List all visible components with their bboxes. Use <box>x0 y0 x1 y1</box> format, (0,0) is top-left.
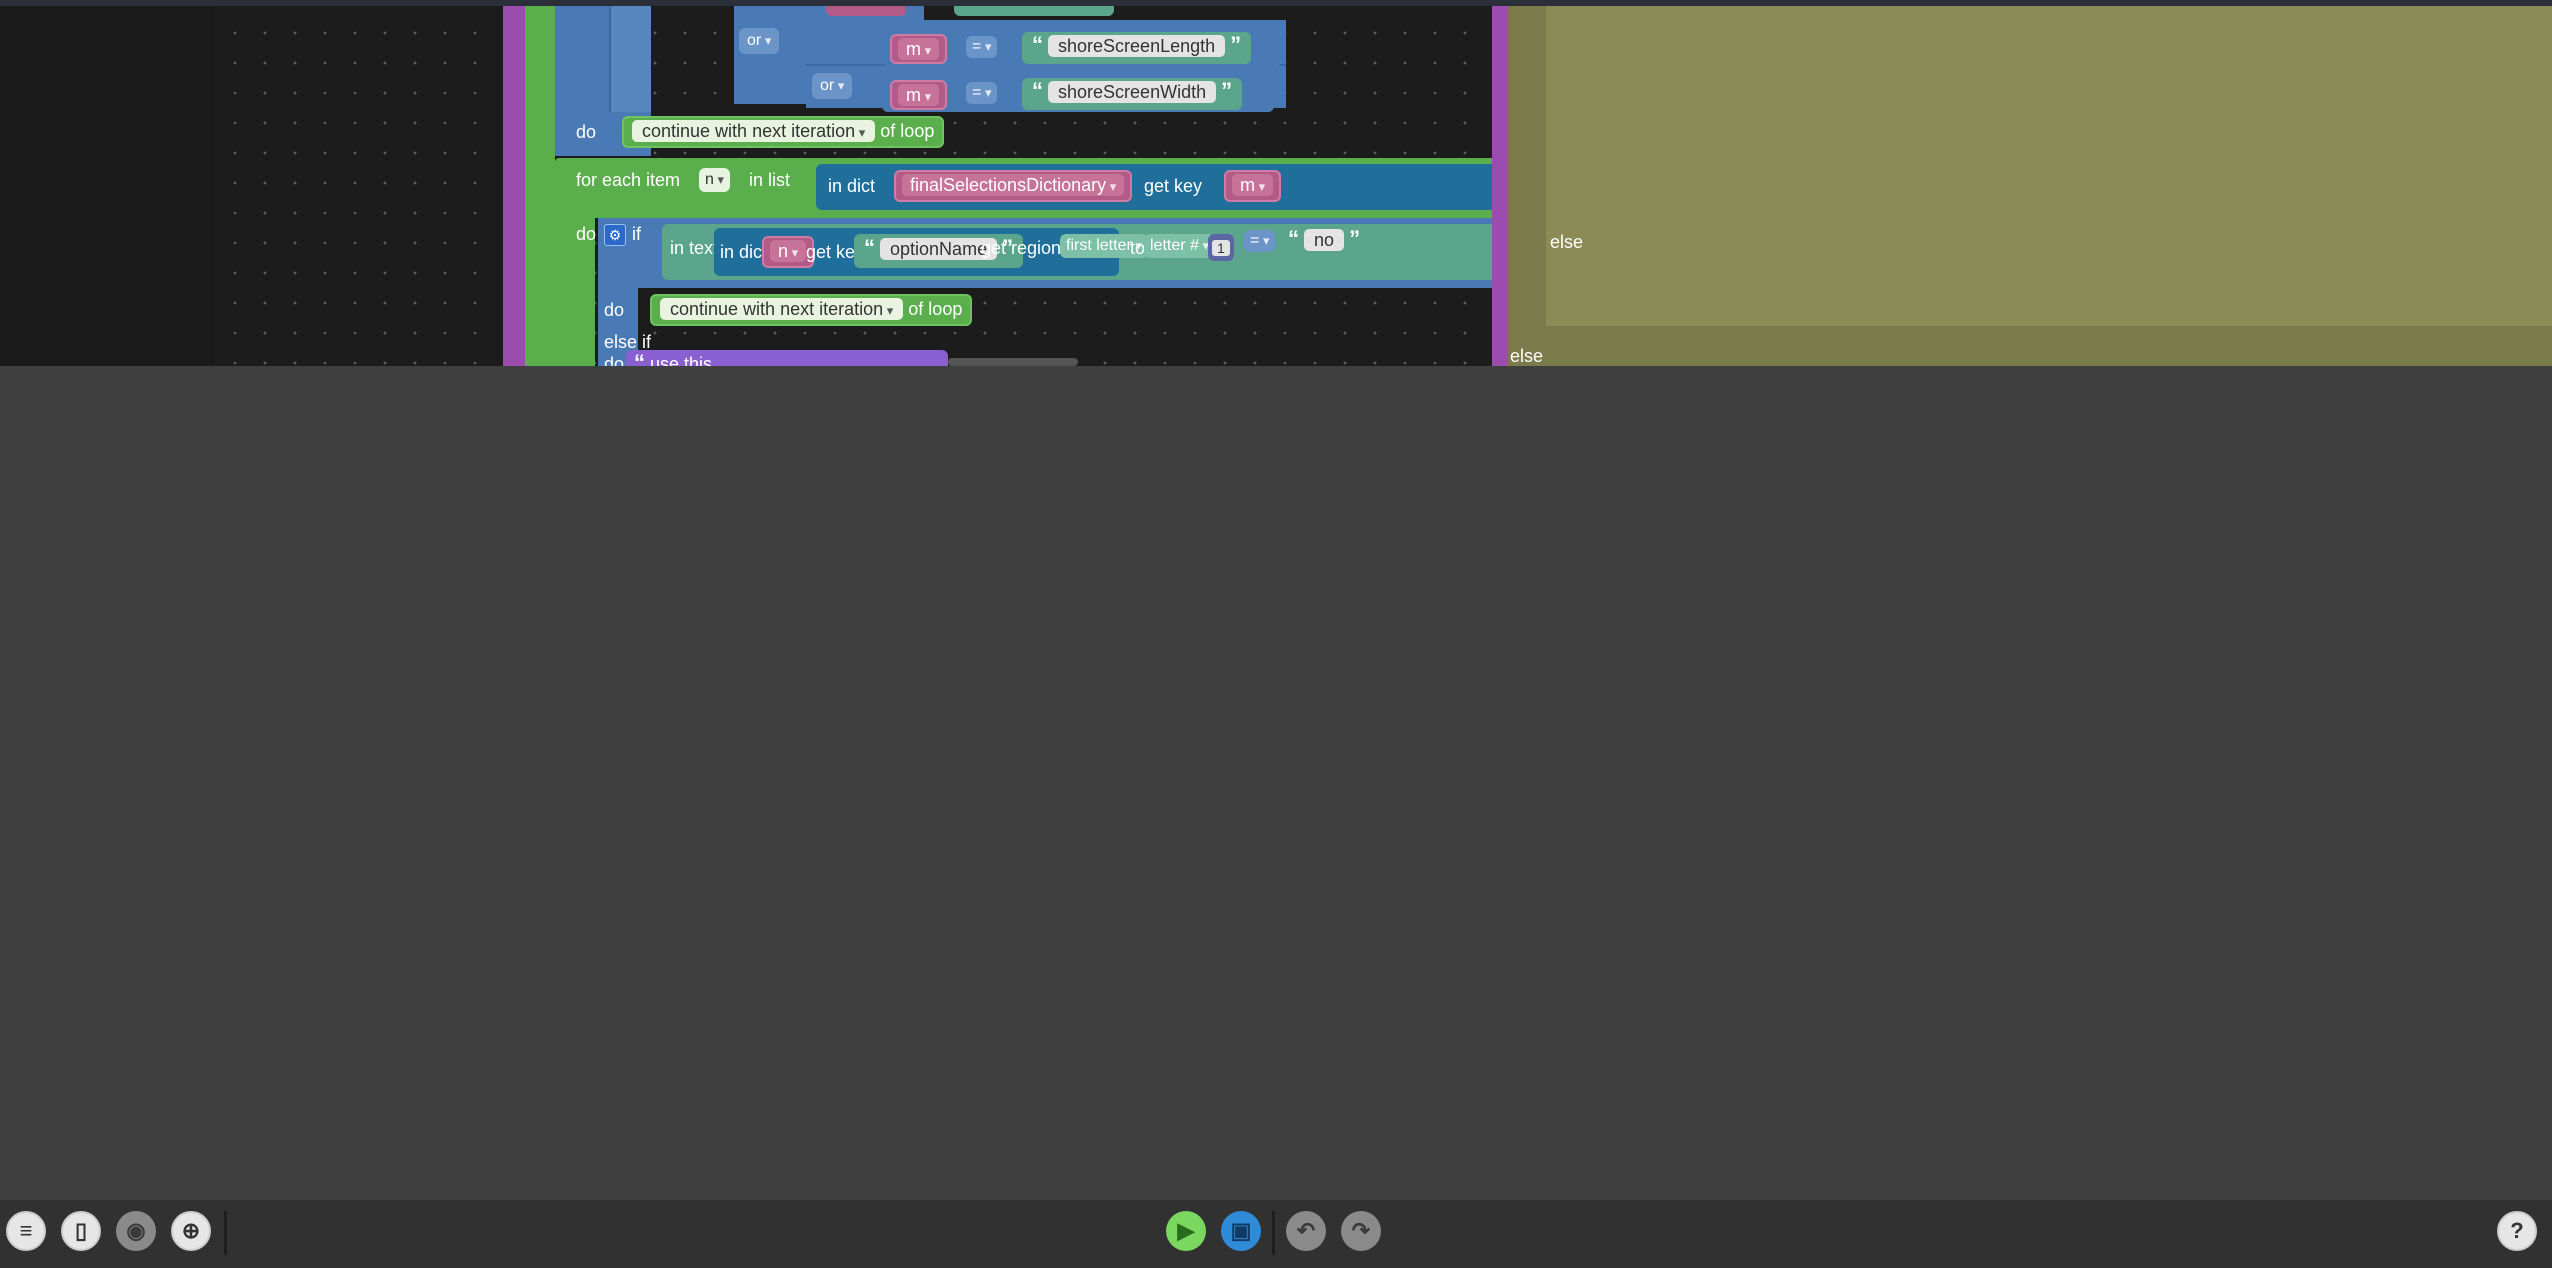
continue-block-2[interactable]: continue with next iteration of loop <box>650 294 973 326</box>
truncated-var-block[interactable] <box>826 6 906 16</box>
if-label: if <box>632 224 641 244</box>
else-label-bottom: else <box>1510 346 1544 366</box>
in-list-label: in list <box>749 170 791 190</box>
save-icon[interactable]: ▣ <box>1221 1211 1261 1251</box>
panel-icon[interactable]: ▯ <box>61 1211 101 1251</box>
truncated-text-block[interactable] <box>954 6 1114 16</box>
menu-icon[interactable]: ≡ <box>6 1211 46 1251</box>
do-label: do <box>576 122 597 142</box>
dict-var-final[interactable]: finalSelectionsDictionary <box>894 170 1133 202</box>
var-m-1[interactable]: m <box>890 34 948 64</box>
else-label-top: else <box>1550 232 1584 252</box>
outer-loop-stripe[interactable] <box>525 6 555 366</box>
in-dict-label: in dict <box>828 176 876 196</box>
var-m-2[interactable]: m <box>890 80 948 110</box>
continue-block-1[interactable]: continue with next iteration of loop <box>622 116 945 148</box>
right-olive-inner[interactable] <box>1546 6 2552 326</box>
equals-op-1[interactable]: = <box>966 36 998 58</box>
no-text-block[interactable]: “ no ” <box>1278 226 1371 258</box>
help-label: ? <box>2510 1218 2524 1243</box>
text-block-2[interactable]: “ shoreScreenWidth ” <box>1022 78 1243 110</box>
comment-text-block[interactable]: “ use this <box>626 350 948 366</box>
undo-icon[interactable]: ↶ <box>1286 1211 1326 1251</box>
blocks-workspace[interactable]: or or m = “ shoreScreenLength ” m = “ sh… <box>214 6 2552 366</box>
inner-dict-label: in dict <box>720 242 768 262</box>
or-dropdown-2[interactable]: or <box>812 73 853 99</box>
get-key-label: get key <box>1144 176 1203 196</box>
for-each-var[interactable]: n <box>699 168 731 192</box>
gear-icon[interactable]: ⚙ <box>604 224 626 246</box>
inner-do-label: do <box>604 300 625 320</box>
help-icon[interactable]: ? <box>2497 1211 2537 1251</box>
horizontal-scrollbar[interactable] <box>948 358 1078 366</box>
compare-equals-dropdown[interactable]: = <box>1244 230 1276 252</box>
if-inner-stripe[interactable] <box>609 6 651 116</box>
to-dropdown[interactable]: letter # <box>1144 234 1216 258</box>
to-label: to <box>1130 238 1146 258</box>
bottom-toolbar <box>0 1200 2552 1268</box>
target-icon[interactable]: ⊕ <box>171 1211 211 1251</box>
for-each-do-label: do <box>576 224 597 244</box>
number-block[interactable]: 1 <box>1208 234 1234 261</box>
redo-icon[interactable]: ↷ <box>1341 1211 1381 1251</box>
equals-op-2[interactable]: = <box>966 82 998 104</box>
toolbar-separator-mid <box>1272 1211 1275 1255</box>
play-icon[interactable]: ▶ <box>1166 1211 1206 1251</box>
text-block-1[interactable]: “ shoreScreenLength ” <box>1022 32 1252 64</box>
procedure-block-stripe[interactable] <box>503 6 525 366</box>
key-var-m[interactable]: m <box>1224 170 1282 202</box>
right-procedure-stripe[interactable] <box>1492 6 1508 366</box>
or-dropdown-1[interactable]: or <box>739 28 780 54</box>
left-gutter <box>0 6 214 366</box>
toolbar-separator-left <box>224 1211 227 1255</box>
camera-icon[interactable]: ◉ <box>116 1211 156 1251</box>
in-text-label: in text <box>670 238 719 258</box>
for-each-label: for each item <box>576 170 681 190</box>
do2-label: do <box>604 354 625 366</box>
